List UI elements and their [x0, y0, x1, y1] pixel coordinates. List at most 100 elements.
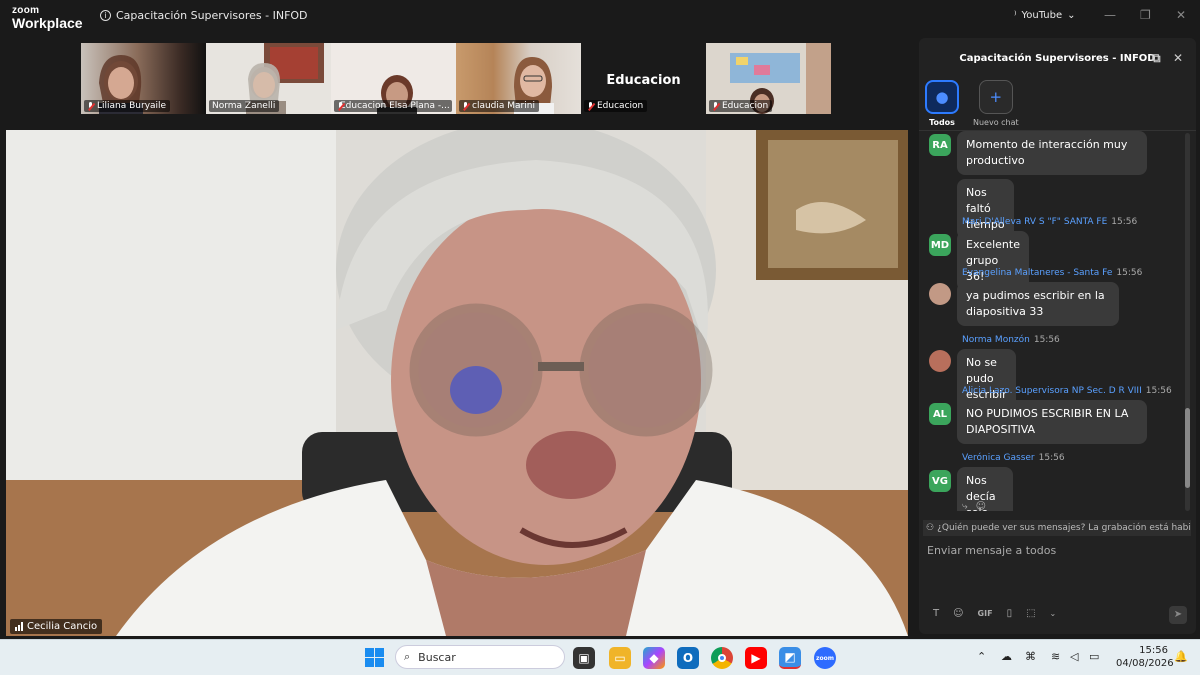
photos-icon[interactable]: ◩ [779, 647, 801, 669]
chat-tabs: ● Todos + Nuevo chat [925, 80, 1019, 127]
task-view-icon[interactable]: ▣ [573, 647, 595, 669]
outlook-icon[interactable]: O [677, 647, 699, 669]
avatar: MD [929, 234, 951, 256]
participant-name: Educacion [722, 101, 769, 111]
file-explorer-icon[interactable]: ▭ [609, 647, 631, 669]
gif-button[interactable]: GIF [978, 609, 993, 618]
mic-muted-icon [587, 101, 594, 111]
participant-strip: Liliana Buryaile Norma Zanelli Educacion… [81, 43, 831, 114]
mic-muted-icon [712, 101, 719, 111]
restore-icon[interactable]: ❐ [1140, 8, 1151, 22]
message-time: 15:56 [1111, 217, 1138, 227]
tab-todos[interactable]: ● Todos [925, 80, 959, 127]
mic-muted-icon [462, 101, 469, 111]
emoji-reaction-icon[interactable]: ☺ [976, 501, 986, 511]
battery-icon[interactable]: ▭ [1089, 650, 1099, 663]
message-bubble: Momento de interacción muy productivo [957, 131, 1147, 175]
tab-label: Todos [929, 118, 955, 127]
signal-icon [15, 622, 23, 631]
message-sender: Alicia Lazo. Supervisora NP Sec. D R VII… [962, 386, 1172, 396]
participant-tile[interactable]: Educacion [706, 43, 831, 114]
plus-icon: + [978, 80, 1013, 114]
active-speaker-video: Cecilia Cancio [6, 130, 908, 636]
zoom-logo: zoom Workplace [12, 6, 83, 31]
minimize-icon[interactable]: — [1104, 8, 1116, 22]
sender-name: Evangelina Maltaneres - Santa Fe [962, 268, 1113, 278]
pop-out-icon[interactable]: ⧉ [1152, 51, 1161, 66]
language-icon[interactable]: ⌘ [1025, 650, 1036, 663]
system-clock[interactable]: 15:56 04/08/2026 [1116, 644, 1174, 670]
message-bubble: ya pudimos escribir en la diapositiva 33 [957, 282, 1119, 326]
participant-tile[interactable]: Norma Zanelli [206, 43, 331, 114]
share-source-label: YouTube [1021, 10, 1063, 21]
file-icon[interactable]: ▯ [1007, 608, 1013, 619]
message-sender: Evangelina Maltaneres - Santa Fe 15:56 [962, 268, 1142, 278]
emoji-icon[interactable]: ☺ [953, 608, 963, 619]
search-icon: ⌕ [404, 650, 411, 663]
wifi-icon[interactable]: ≋ [1051, 650, 1060, 663]
participant-name: Liliana Buryaile [97, 101, 167, 111]
send-button[interactable]: ➤ [1169, 606, 1187, 624]
close-icon[interactable]: ✕ [1176, 8, 1186, 22]
participant-name-tag: Educacion [584, 100, 648, 112]
windows-taskbar: ⌕ Buscar ▣ ▭ ◆ O ▶ ◩ zoom ⌃ ☁ ⌘ ≋ ◁ ▭ 15… [0, 639, 1200, 675]
avatar-photo [929, 283, 951, 305]
close-chat-icon[interactable]: ✕ [1173, 51, 1183, 65]
message-actions: ⤷ ☺ [962, 501, 986, 511]
copilot-icon[interactable]: ◆ [643, 647, 665, 669]
participant-name-tag: Liliana Buryaile [84, 100, 171, 112]
participant-name: Educacion Elsa Plana -... [340, 101, 450, 111]
chat-messages: RA Momento de interacción muy productivo… [919, 131, 1184, 511]
chat-panel: Capacitación Supervisores - INFOD ⧉ ✕ ● … [919, 38, 1196, 634]
info-icon[interactable]: i [100, 10, 111, 21]
share-source-dropdown[interactable]: ⁾ YouTube ⌄ [1014, 10, 1076, 21]
avatar: RA [929, 134, 951, 156]
participant-tile[interactable]: Liliana Buryaile [81, 43, 206, 114]
participant-title: Educacion [606, 73, 681, 88]
clock-date: 04/08/2026 [1116, 658, 1174, 669]
screenshot-icon[interactable]: ⬚ [1026, 608, 1035, 619]
participant-tile[interactable]: claudia Marini [456, 43, 581, 114]
tab-label: Nuevo chat [973, 118, 1019, 127]
participant-name-tag: Educacion Elsa Plana -... [334, 100, 452, 112]
chat-input[interactable]: Enviar mensaje a todos [927, 544, 1056, 557]
participant-name-tag: Norma Zanelli [209, 100, 280, 112]
text-format-icon[interactable]: T [933, 608, 939, 619]
participant-tile[interactable]: Educacion Elsa Plana -... [331, 43, 456, 114]
meeting-title-label: Capacitación Supervisores - INFOD [116, 9, 308, 22]
search-placeholder: Buscar [418, 650, 456, 664]
chat-scrollbar[interactable] [1185, 133, 1190, 511]
reply-icon[interactable]: ⤷ [962, 501, 968, 511]
speaker-name: Cecilia Cancio [27, 621, 98, 632]
chevron-down-icon[interactable]: ⌄ [1050, 609, 1057, 618]
message-sender: Norma Monzón 15:56 [962, 335, 1060, 345]
scroll-thumb[interactable] [1185, 408, 1190, 488]
chevron-up-icon[interactable]: ⌃ [977, 650, 986, 663]
message-bubble: Nos faltó tiempo [957, 179, 1014, 239]
notifications-icon[interactable]: 🔔 [1174, 650, 1188, 663]
onedrive-icon[interactable]: ☁ [1001, 650, 1012, 663]
sender-name: Mari D'Alleva RV S "F" SANTA FE [962, 217, 1108, 227]
chat-header: Capacitación Supervisores - INFOD ⧉ ✕ [919, 38, 1196, 78]
volume-icon[interactable]: ◁ [1070, 650, 1078, 663]
avatar: AL [929, 403, 951, 425]
speaker-video-frame [6, 130, 908, 636]
youtube-icon[interactable]: ▶ [745, 647, 767, 669]
chevron-down-icon: ⌄ [1067, 10, 1076, 21]
zoom-app-icon[interactable]: zoom [814, 647, 836, 669]
group-icon: ● [925, 80, 959, 114]
windows-start-icon[interactable] [365, 648, 384, 667]
tab-nuevo-chat[interactable]: + Nuevo chat [973, 80, 1019, 127]
chat-toolbar: T ☺ GIF ▯ ⬚ ⌄ [933, 608, 1056, 619]
participant-name: Educacion [597, 101, 644, 111]
participant-tile[interactable]: Educacion Educacion [581, 43, 706, 114]
chat-title: Capacitación Supervisores - INFOD [959, 52, 1156, 64]
message-sender: Verónica Gasser 15:56 [962, 453, 1065, 463]
people-icon: ⚇ [926, 523, 935, 533]
visibility-notice[interactable]: ⚇ ¿Quién puede ver sus mensajes? La grab… [923, 520, 1191, 536]
chrome-icon[interactable] [711, 647, 733, 669]
taskbar-search[interactable]: ⌕ Buscar [395, 645, 565, 669]
sender-name: Verónica Gasser [962, 453, 1035, 463]
meeting-title[interactable]: i Capacitación Supervisores - INFOD [100, 9, 308, 22]
message-bubble: NO PUDIMOS ESCRIBIR EN LA DIAPOSITIVA [957, 400, 1147, 444]
